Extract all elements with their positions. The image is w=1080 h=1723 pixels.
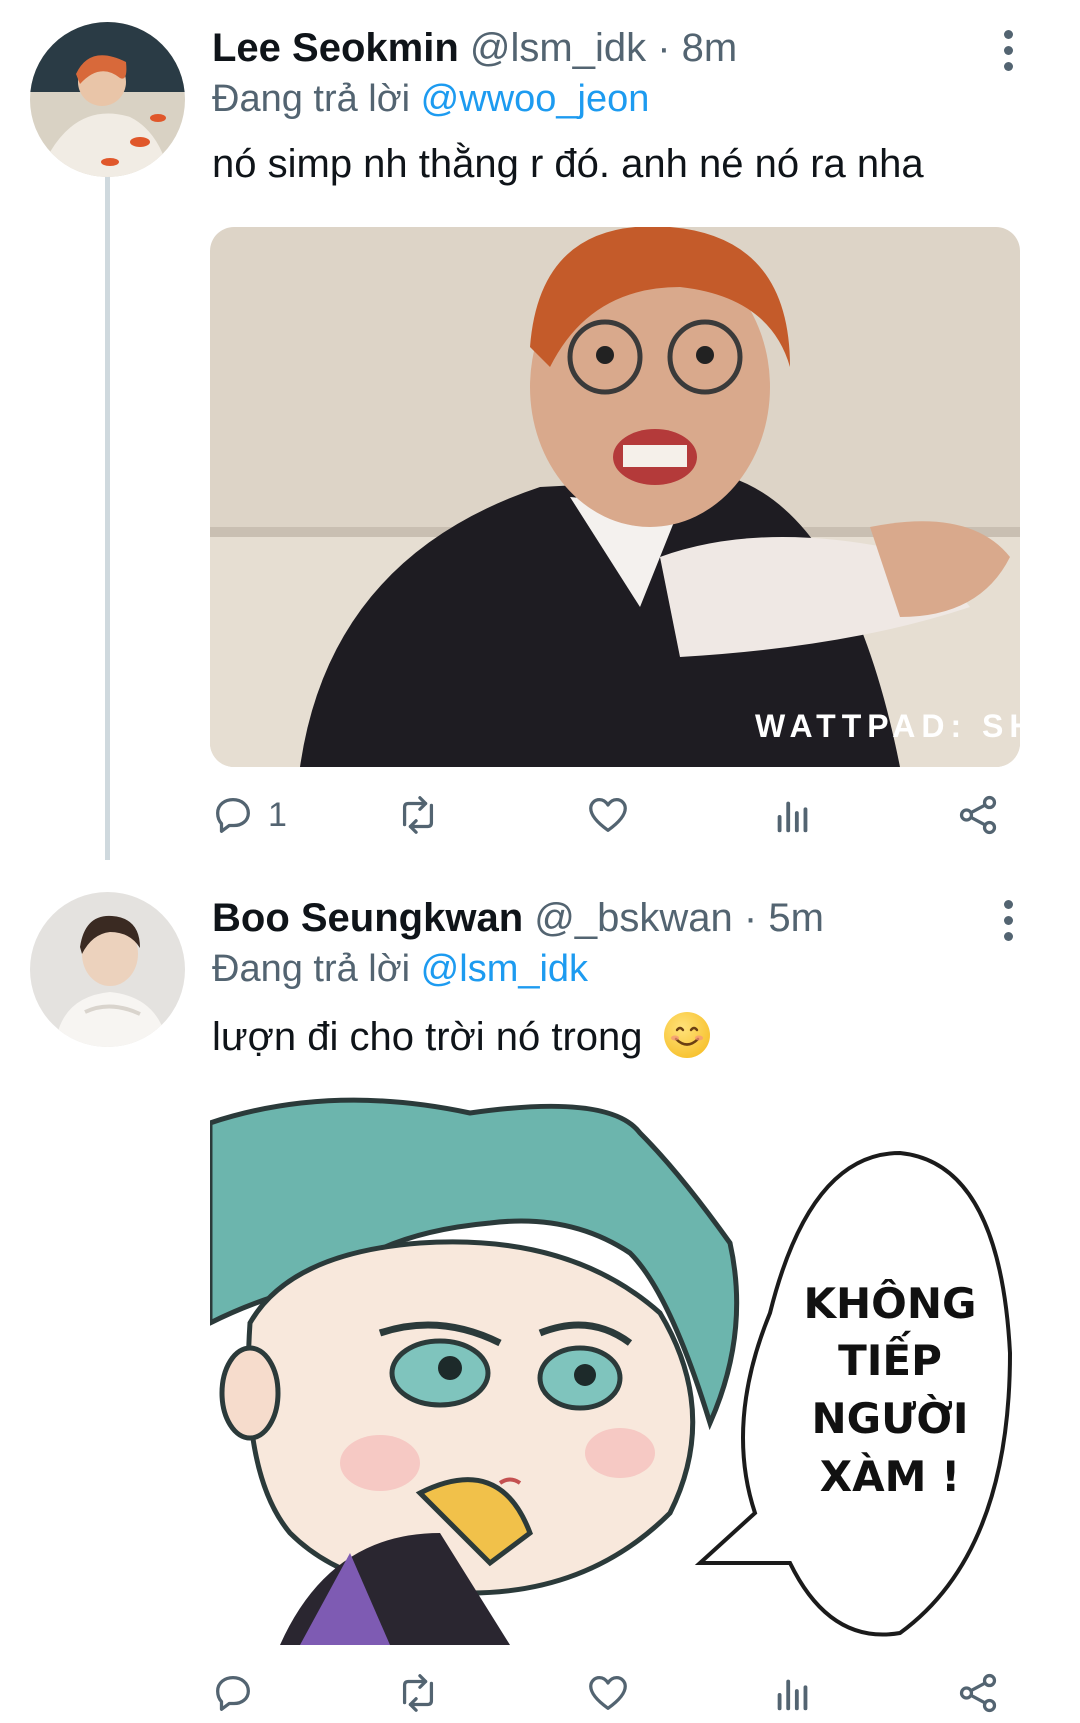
speech-line-2: TIẾP	[838, 1330, 942, 1385]
more-icon[interactable]	[996, 900, 1020, 944]
more-icon[interactable]	[996, 30, 1020, 74]
user-handle[interactable]: @lsm_idk	[470, 26, 646, 70]
tweet-actions	[210, 1663, 1020, 1723]
reply-count: 1	[268, 795, 287, 834]
replying-to: Đang trả lời @lsm_idk	[212, 948, 588, 991]
views-icon	[777, 801, 808, 833]
like-button[interactable]	[585, 785, 631, 845]
views-button[interactable]	[770, 1663, 816, 1723]
tweet-media-photo[interactable]: WATTPAD: SHORT-CA	[210, 227, 1020, 767]
reply-mention-link[interactable]: @lsm_idk	[421, 948, 588, 990]
reply-button[interactable]	[210, 1663, 256, 1723]
like-icon	[589, 1676, 627, 1710]
retweet-button[interactable]	[395, 1663, 441, 1723]
retweet-button[interactable]	[395, 785, 441, 845]
separator: ·	[743, 896, 758, 940]
tweet[interactable]: Boo Seungkwan @_bskwan · 5m Đang trả lời…	[0, 870, 1080, 1721]
tweet-text: lượn đi cho trời nó trong	[212, 1015, 643, 1059]
views-icon	[777, 1679, 808, 1711]
replying-to-label: Đang trả lời	[212, 948, 411, 990]
reply-button[interactable]: 1	[210, 785, 287, 845]
share-button[interactable]	[955, 785, 1001, 845]
speech-line-3: NGƯỜI	[811, 1393, 968, 1443]
tweet-media-sticker[interactable]: KHÔNG TIẾP NGƯỜI XÀM !	[210, 1093, 1020, 1645]
like-button[interactable]	[585, 1663, 631, 1723]
share-button[interactable]	[955, 1663, 1001, 1723]
tweet-header: Lee Seokmin @lsm_idk · 8m	[212, 26, 737, 71]
tweet-actions: 1	[210, 785, 1020, 845]
reply-mention-link[interactable]: @wwoo_jeon	[421, 78, 650, 120]
tweet-text-container: lượn đi cho trời nó trong	[212, 1012, 710, 1060]
speech-line-1: KHÔNG	[803, 1278, 976, 1328]
replying-to-label: Đang trả lời	[212, 78, 411, 120]
speech-line-4: XÀM !	[820, 1451, 960, 1501]
reply-icon	[216, 1676, 250, 1711]
separator: ·	[657, 26, 671, 70]
share-icon	[959, 795, 997, 835]
reply-icon	[216, 798, 250, 833]
display-name[interactable]: Lee Seokmin	[212, 26, 459, 70]
timestamp[interactable]: 8m	[682, 26, 738, 70]
avatar[interactable]	[30, 892, 185, 1047]
share-icon	[959, 1673, 997, 1713]
display-name[interactable]: Boo Seungkwan	[212, 896, 523, 940]
tweet-header: Boo Seungkwan @_bskwan · 5m	[212, 896, 824, 941]
timestamp[interactable]: 5m	[768, 896, 824, 940]
like-icon	[589, 798, 627, 832]
retweet-icon	[402, 796, 434, 834]
replying-to: Đang trả lời @wwoo_jeon	[212, 78, 649, 121]
media-watermark: WATTPAD: SHORT-CA	[755, 708, 1020, 744]
avatar[interactable]	[30, 22, 185, 177]
views-button[interactable]	[770, 785, 816, 845]
tweet-text: nó simp nh thằng r đó. anh né nó ra nha	[212, 142, 924, 186]
retweet-icon	[402, 1674, 434, 1712]
smiling-face-emoji-icon	[663, 1012, 710, 1058]
user-handle[interactable]: @_bskwan	[534, 896, 732, 940]
tweet[interactable]: Lee Seokmin @lsm_idk · 8m Đang trả lời @…	[0, 0, 1080, 870]
